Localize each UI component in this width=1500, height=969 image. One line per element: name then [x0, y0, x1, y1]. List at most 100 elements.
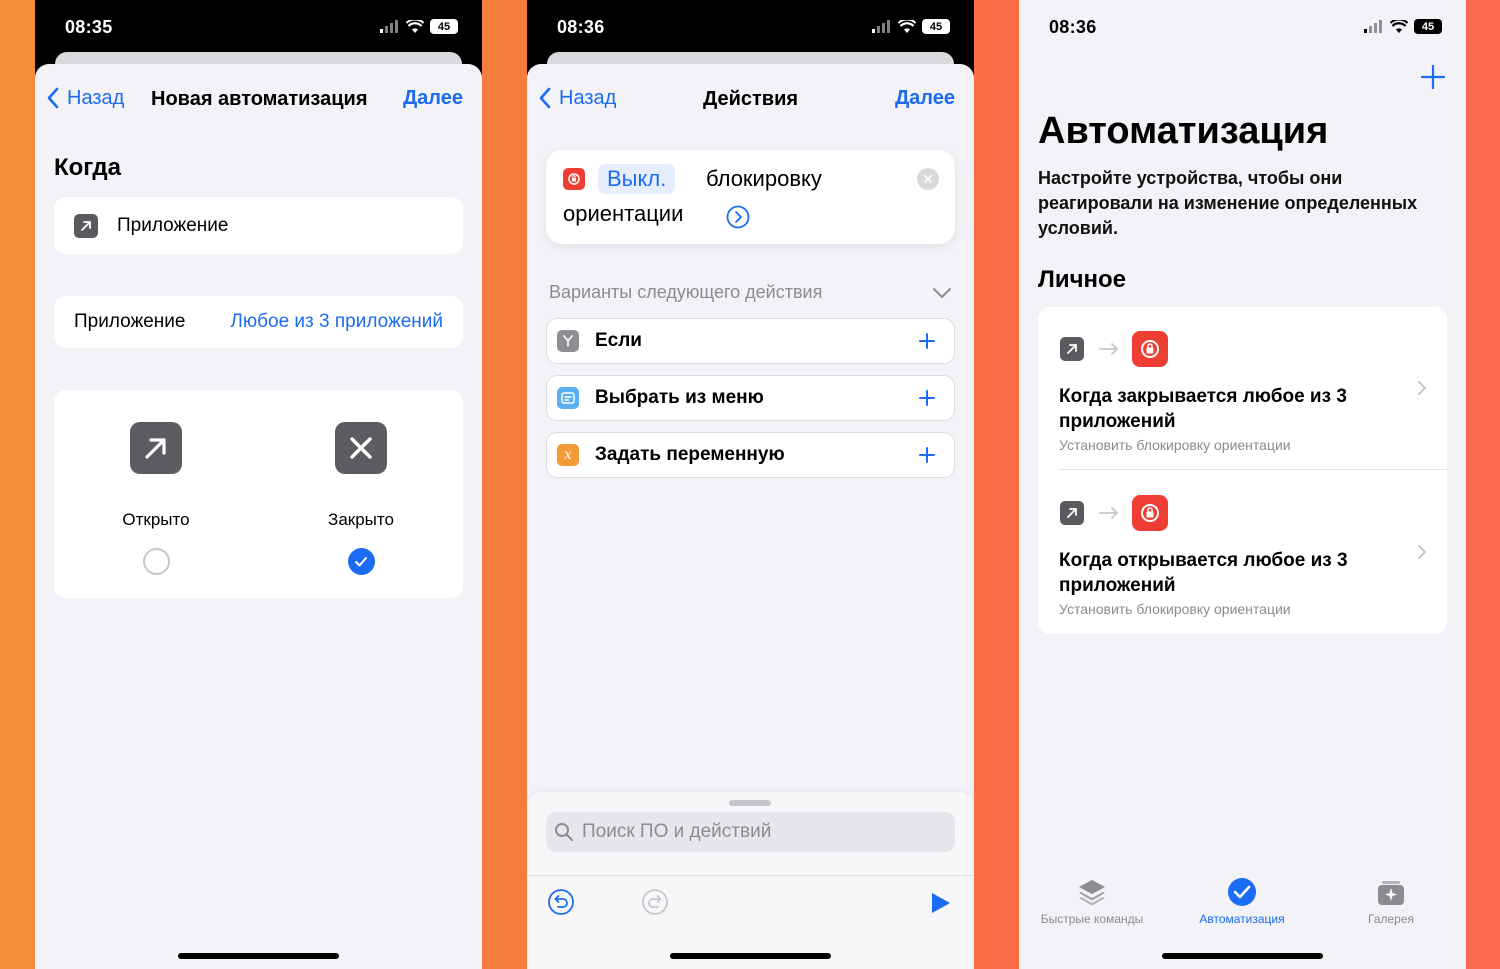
automation-icons — [1060, 495, 1168, 531]
tab-automation[interactable]: Автоматизация — [1167, 876, 1317, 926]
suggestions-header[interactable]: Варианты следующего действия — [549, 282, 952, 303]
suggestion-label: Задать переменную — [595, 444, 785, 465]
closed-label: Закрыто — [328, 510, 394, 529]
status-time: 08:36 — [1049, 17, 1097, 37]
suggestion-label: Если — [595, 330, 642, 351]
wifi-icon — [406, 19, 424, 33]
chevron-circle-right-icon — [726, 205, 750, 229]
search-placeholder: Поиск ПО и действий — [582, 821, 772, 842]
undo-icon — [548, 889, 574, 915]
plus-icon — [1420, 64, 1446, 90]
close-icon — [924, 175, 932, 183]
menu-icon — [557, 387, 579, 409]
suggestion-choose-menu[interactable]: Выбрать из меню — [546, 375, 955, 421]
arrow-right-icon — [1099, 343, 1118, 355]
action-card[interactable]: Выкл. блокировку ориентации — [546, 150, 955, 244]
choice-closed[interactable]: Закрыто — [281, 422, 441, 575]
home-indicator — [1162, 953, 1323, 959]
app-row-value[interactable]: Любое из 3 приложений — [230, 311, 443, 333]
orientation-lock-icon — [1132, 331, 1168, 367]
arrow-up-right-icon — [145, 438, 166, 459]
sheet: Назад Новая автоматизация Далее Когда Пр… — [35, 64, 482, 969]
automation-list: Когда закрывается любое из 3 приложений … — [1038, 307, 1447, 634]
panel-grabber[interactable] — [729, 800, 771, 806]
next-button[interactable]: Далее — [403, 87, 463, 110]
section-title-personal: Личное — [1038, 266, 1127, 293]
checkmark-icon — [355, 556, 367, 566]
trigger-label: Приложение — [117, 214, 229, 236]
search-input[interactable]: Поиск ПО и действий — [546, 812, 955, 852]
search-icon — [555, 823, 573, 841]
sheet: Назад Действия Далее Выкл. блокировку ор… — [527, 64, 974, 969]
action-text-2: ориентации — [563, 201, 684, 226]
suggestions-title: Варианты следующего действия — [549, 282, 823, 302]
back-button[interactable]: Назад — [45, 86, 124, 110]
signal-icon — [380, 20, 398, 33]
app-trigger-icon — [74, 213, 98, 238]
status-time: 08:36 — [557, 17, 605, 37]
action-text-1: блокировку — [706, 166, 822, 191]
nav-bar: Назад Новая автоматизация Далее — [35, 80, 482, 116]
page-title: Автоматизация — [1038, 110, 1329, 152]
wifi-icon — [1390, 19, 1408, 33]
rotation-lock-icon — [1141, 340, 1159, 358]
x-mark-icon — [350, 437, 372, 459]
list-item[interactable]: Когда закрывается любое из 3 приложений … — [1038, 307, 1447, 470]
next-button[interactable]: Далее — [895, 87, 955, 110]
list-divider — [1059, 469, 1447, 470]
status-icons: 45 — [872, 19, 950, 34]
arrow-up-right-icon — [1067, 344, 1077, 354]
play-icon — [932, 893, 950, 913]
action-toggle-token[interactable]: Выкл. — [598, 164, 676, 194]
battery-icon: 45 — [922, 19, 950, 34]
page-subtitle: Настройте устройства, чтобы они реагиров… — [1038, 168, 1418, 238]
action-remove-button[interactable] — [917, 168, 939, 190]
home-indicator — [670, 953, 831, 959]
opened-radio[interactable] — [142, 548, 170, 575]
toolbar-divider — [527, 875, 974, 876]
status-bar: 08:36 45 — [1019, 0, 1466, 54]
signal-icon — [872, 20, 890, 33]
orientation-lock-icon — [1132, 495, 1168, 531]
plus-icon[interactable] — [918, 332, 936, 350]
action-expand-button[interactable] — [726, 205, 750, 234]
status-time: 08:35 — [65, 17, 113, 37]
suggestion-if[interactable]: Если — [546, 318, 955, 364]
if-icon — [557, 330, 579, 352]
arrow-up-right-icon — [81, 220, 91, 231]
plus-icon[interactable] — [918, 446, 936, 464]
tab-label: Быстрые команды — [1040, 912, 1144, 926]
battery-icon: 45 — [430, 19, 458, 34]
status-icons: 45 — [1364, 19, 1442, 34]
undo-button[interactable] — [547, 888, 575, 921]
chevron-down-icon — [933, 287, 951, 298]
rotation-lock-icon — [568, 173, 580, 185]
app-row-label: Приложение — [74, 311, 186, 332]
choice-opened[interactable]: Открыто — [76, 422, 236, 575]
plus-icon[interactable] — [918, 389, 936, 407]
orientation-lock-icon — [563, 168, 585, 190]
list-item[interactable]: Когда открывается любое из 3 приложений … — [1038, 471, 1447, 634]
suggestion-set-variable[interactable]: x Задать переменную — [546, 432, 955, 478]
automation-subtitle: Установить блокировку ориентации — [1059, 437, 1291, 453]
branch-icon — [563, 335, 573, 347]
closed-radio[interactable] — [347, 548, 375, 575]
opened-icon — [130, 422, 182, 474]
battery-icon: 45 — [1414, 19, 1442, 34]
automation-title: Когда открывается любое из 3 приложений — [1059, 550, 1348, 596]
actions-search-panel: Поиск ПО и действий — [527, 792, 974, 969]
add-automation-button[interactable] — [1420, 64, 1446, 95]
tab-gallery[interactable]: Галерея — [1316, 876, 1466, 926]
chevron-left-icon — [47, 87, 59, 109]
redo-button[interactable] — [641, 888, 669, 921]
automation-icons — [1060, 331, 1168, 367]
tab-shortcuts[interactable]: Быстрые команды — [1019, 876, 1167, 926]
signal-icon — [1364, 20, 1382, 33]
app-select-row[interactable]: Приложение Любое из 3 приложений — [54, 296, 463, 348]
list-icon — [561, 392, 575, 404]
rotation-lock-icon — [1141, 504, 1159, 522]
opened-label: Открыто — [122, 510, 190, 529]
variable-icon: x — [557, 444, 579, 466]
trigger-row[interactable]: Приложение — [54, 197, 463, 254]
run-button[interactable] — [929, 892, 951, 919]
